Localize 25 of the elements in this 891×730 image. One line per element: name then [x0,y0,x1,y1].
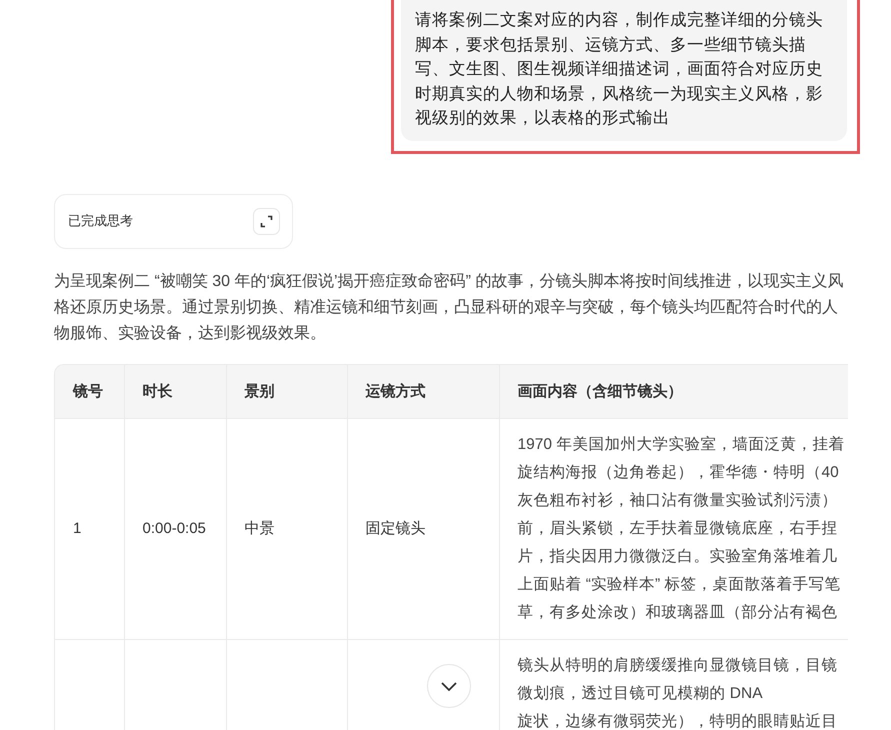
column-header: 镜号 [73,382,103,400]
scene-description-line: 旋结构海报（边角卷起），霍华德・特明（40 [518,464,839,480]
scene-description-line: 前，眉头紧锁，左手扶着显微镜底座，右手捏 [518,520,838,536]
scene-description-line: 草，有多处涂改）和玻璃器皿（部分沾有褐色 [518,604,838,620]
scene-description-line: 旋状，边缘有微弱荧光），特明的眼睛贴近目 [518,712,838,730]
column-header: 运镜方式 [366,382,426,400]
scene-description-line: 上面贴着 “实验样本” 标签，桌面散落着手写笔 [518,576,840,592]
scene-description-line: 1970 年美国加州大学实验室，墙面泛黄，挂着 [518,436,844,452]
table-cell: 中景 [244,520,274,537]
expand-icon [260,214,273,228]
table-cell: 0:00-0:05 [142,520,206,537]
column-header: 时长 [142,382,172,400]
column-header: 景别 [244,382,274,400]
scene-description-line: 灰色粗布衬衫，袖口沾有微量实验试剂污渍） [518,492,838,508]
chevron-down-icon [441,682,457,690]
expand-button[interactable] [253,208,280,234]
intro-paragraph: 为呈现案例二 “被嘲笑 30 年的‘疯狂假说’揭开癌症致命密码” 的故事，分镜头脚本将按时间线推进，以现实主义风格还原历史场景。通过景别切换、精准运镜和细节刻画，凸显科研的艰辛与突破，每个镜头均匹配符合时代的人物服饰、实验设备，达到影视级效果。 [54,271,844,344]
table-cell: 1 [73,520,82,537]
thinking-label: 已完成思考 [68,212,133,230]
table-cell: 固定镜头 [366,520,426,537]
user-message: 请将案例二文案对应的内容，制作成完整详细的分镜头脚本，要求包括景别、运镜方式、多一些细节镜头描写、文生图、图生视频详细描述词，画面符合对应历史时期真实的人物和场景，风格统一为现实主义风格，影视级别的效果，以表格的形式输出 [401,0,847,140]
column-header: 画面内容（含细节镜头） [518,382,682,400]
scene-description-line: 片，指尖因用力微微泛白。实验室角落堆着几 [518,548,838,564]
scene-description-line: 镜头从特明的肩膀缓缓推向显微镜目镜，目镜 [518,656,838,674]
scene-description-line: 微划痕，透过目镜可见模糊的 DNA [518,684,763,702]
